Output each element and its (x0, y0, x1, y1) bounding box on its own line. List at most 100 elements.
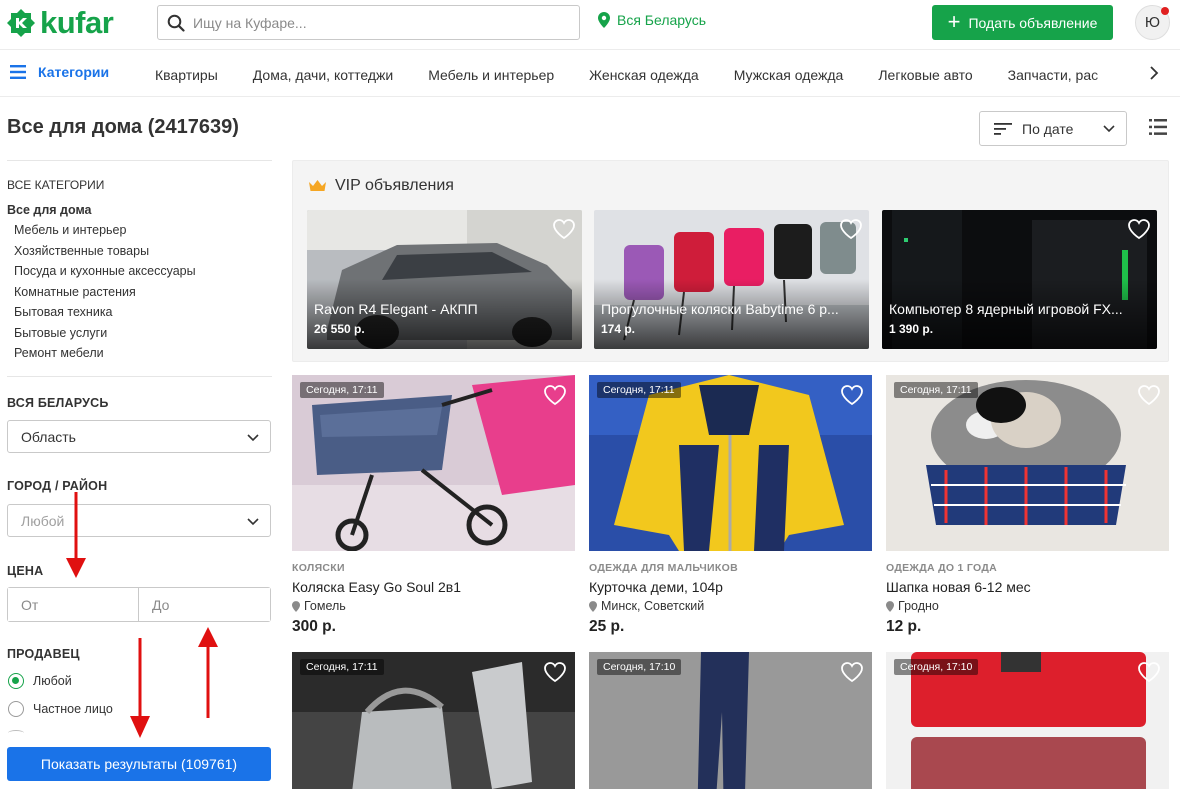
listing-category: ОДЕЖДА ДО 1 ГОДА (886, 562, 998, 574)
chevron-down-icon (247, 518, 259, 526)
nav-category-link[interactable]: Дома, дачи, коттеджи (253, 67, 393, 83)
listing-title[interactable]: Курточка деми, 104р (589, 579, 723, 595)
region-filter-heading: ВСЯ БЕЛАРУСЬ (7, 396, 109, 410)
favorite-heart-icon[interactable] (1137, 384, 1161, 406)
region-label: Вся Беларусь (617, 12, 707, 28)
category-links: Квартиры Дома, дачи, коттеджи Мебель и и… (155, 67, 1130, 83)
listing-time-badge: Сегодня, 17:10 (894, 659, 979, 675)
nav-category-link[interactable]: Женская одежда (589, 67, 699, 83)
listing-title[interactable]: Коляска Easy Go Soul 2в1 (292, 579, 461, 595)
plus-icon: + (947, 8, 961, 34)
vip-listing-title: Прогулочные коляски Babytime 6 р... (601, 301, 839, 317)
listing-location: Гомель (292, 599, 346, 613)
vip-listing-card[interactable]: Прогулочные коляски Babytime 6 р... 174 … (594, 210, 869, 349)
region-select-value: Область (21, 428, 76, 445)
all-categories-link[interactable]: ВСЕ КАТЕГОРИИ (7, 178, 104, 192)
favorite-heart-icon[interactable] (839, 218, 863, 240)
sidebar-main-category[interactable]: Все для дома (7, 203, 92, 217)
nav-category-link[interactable]: Запчасти, рас (1008, 67, 1099, 83)
price-filter-heading: ЦЕНА (7, 564, 44, 578)
listing-photo-wrap: Сегодня, 17:10 (589, 652, 872, 789)
listing-photo (292, 375, 575, 551)
annotation-arrow-down (66, 492, 86, 578)
user-avatar[interactable]: Ю (1135, 5, 1170, 40)
seller-filter-heading: ПРОДАВЕЦ (7, 647, 80, 661)
vip-listing-price: 26 550 р. (314, 322, 365, 336)
kufar-logo[interactable]: kufar (6, 5, 114, 40)
post-ad-button[interactable]: + Подать объявление (932, 5, 1113, 40)
listing-card[interactable]: Сегодня, 17:10 (589, 652, 872, 789)
vip-listing-price: 1 390 р. (889, 322, 934, 336)
categories-menu-label: Категории (38, 64, 110, 80)
listing-card[interactable]: Сегодня, 17:11 КОЛЯСКИ Коляска Easy Go S… (292, 375, 575, 645)
categories-menu-button[interactable]: Категории (10, 64, 109, 80)
listing-card[interactable]: Сегодня, 17:11 ОДЕЖДА ДЛЯ МАЛЬЧИКОВ Курт… (589, 375, 872, 645)
listing-card[interactable]: Сегодня, 17:11 ОДЕЖДА ДО 1 ГОДА Шапка но… (886, 375, 1169, 645)
chevron-down-icon (247, 434, 259, 442)
sort-label: По дате (1022, 120, 1074, 137)
listing-photo (589, 375, 872, 551)
search-box[interactable] (157, 5, 580, 40)
price-range (7, 587, 271, 622)
post-ad-label: Подать объявление (968, 14, 1098, 31)
region-selector[interactable]: Вся Беларусь (598, 12, 706, 28)
listing-photo (886, 375, 1169, 551)
sidebar-subcategory[interactable]: Мебель и интерьер (14, 223, 126, 237)
show-results-button[interactable]: Показать результаты (109761) (7, 747, 271, 781)
search-input[interactable] (193, 14, 553, 31)
favorite-heart-icon[interactable] (552, 218, 576, 240)
hamburger-icon (10, 65, 26, 79)
listing-location-label: Гродно (898, 599, 939, 613)
location-pin-icon (589, 600, 597, 612)
listing-card[interactable]: Сегодня, 17:11 (292, 652, 575, 789)
location-pin-icon (598, 12, 610, 28)
seller-option-private[interactable]: Частное лицо (8, 701, 113, 717)
nav-category-link[interactable]: Мебель и интерьер (428, 67, 554, 83)
list-view-icon[interactable] (1149, 118, 1167, 136)
listing-photo-wrap: Сегодня, 17:11 (292, 652, 575, 789)
favorite-heart-icon[interactable] (543, 384, 567, 406)
sidebar-divider (7, 376, 272, 377)
city-select-value: Любой (21, 512, 65, 529)
seller-option-any[interactable]: Любой (8, 673, 72, 689)
listing-price: 25 р. (589, 618, 625, 635)
listing-card[interactable]: Сегодня, 17:10 (886, 652, 1169, 789)
sidebar-subcategory[interactable]: Ремонт мебели (14, 346, 104, 360)
region-select[interactable]: Область (7, 420, 271, 453)
seller-option-label: Частное лицо (33, 702, 113, 716)
favorite-heart-icon[interactable] (1137, 661, 1161, 683)
sidebar-divider (7, 160, 272, 161)
sidebar-subcategory[interactable]: Хозяйственные товары (14, 244, 149, 258)
sidebar-subcategory[interactable]: Комнатные растения (14, 285, 136, 299)
price-from-input[interactable] (8, 588, 139, 621)
city-filter-heading: ГОРОД / РАЙОН (7, 479, 108, 493)
listing-photo-wrap: Сегодня, 17:11 (292, 375, 575, 551)
sidebar-subcategory[interactable]: Бытовая техника (14, 305, 113, 319)
favorite-heart-icon[interactable] (840, 384, 864, 406)
listing-title[interactable]: Шапка новая 6-12 мес (886, 579, 1031, 595)
vip-listing-card[interactable]: Компьютер 8 ядерный игровой FX... 1 390 … (882, 210, 1157, 349)
city-select[interactable]: Любой (7, 504, 271, 537)
favorite-heart-icon[interactable] (1127, 218, 1151, 240)
vip-section: VIP объявления Ravon R4 Elegant - АКПП 2… (292, 160, 1169, 362)
avatar-letter: Ю (1144, 14, 1161, 31)
nav-category-link[interactable]: Мужская одежда (734, 67, 844, 83)
vip-listing-card[interactable]: Ravon R4 Elegant - АКПП 26 550 р. (307, 210, 582, 349)
sidebar-subcategory[interactable]: Посуда и кухонные аксессуары (14, 264, 196, 278)
listing-time-badge: Сегодня, 17:11 (300, 382, 384, 398)
favorite-heart-icon[interactable] (543, 661, 567, 683)
page-title: Все для дома (2417639) (7, 116, 239, 138)
nav-category-link[interactable]: Легковые авто (878, 67, 972, 83)
chevron-right-icon[interactable] (1148, 63, 1160, 83)
listing-price: 12 р. (886, 618, 922, 635)
price-to-input[interactable] (139, 588, 270, 621)
favorite-heart-icon[interactable] (840, 661, 864, 683)
chevron-down-icon (1103, 125, 1115, 133)
nav-category-link[interactable]: Квартиры (155, 67, 218, 83)
sidebar-subcategory[interactable]: Бытовые услуги (14, 326, 107, 340)
sort-dropdown[interactable]: По дате (979, 111, 1127, 146)
listing-location-label: Гомель (304, 599, 346, 613)
listing-category: КОЛЯСКИ (292, 562, 345, 574)
radio-checked-icon (8, 673, 24, 689)
radio-partial (8, 730, 24, 736)
